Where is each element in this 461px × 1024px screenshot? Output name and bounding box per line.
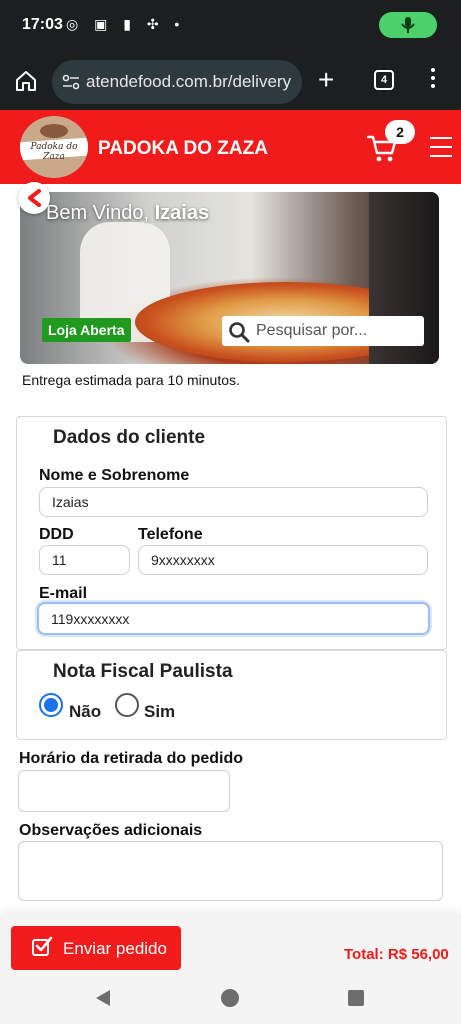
pickup-time-label: Horário da retirada do pedido [19,750,244,767]
notes-label: Observações adicionais [19,822,203,839]
search-input[interactable] [256,320,416,342]
welcome-message: Bem Vindo, Izaias [46,202,209,225]
hamburger-menu-icon[interactable] [430,137,452,157]
email-field[interactable] [37,602,430,635]
logo-text: Padoka do Zaza [30,142,78,162]
new-tab-button[interactable]: + [318,64,334,96]
phone-label: Telefone [138,526,203,543]
store-banner: Bem Vindo, Izaias Loja Aberta [20,192,439,364]
nfp-radio-yes-label[interactable]: Sim [144,702,175,722]
search-icon[interactable] [228,321,250,343]
order-total: Total: R$ 56,00 [344,946,449,963]
name-field[interactable] [39,487,428,517]
android-home-icon[interactable] [221,989,239,1007]
url-text[interactable]: atendefood.com.br/delivery [86,72,291,92]
store-status-badge: Loja Aberta [42,318,131,342]
order-footer: Enviar pedido Total: R$ 56,00 [0,914,461,1024]
ddd-field[interactable] [39,545,130,575]
status-time: 17:03 [22,16,63,33]
checkbox-icon [32,936,53,956]
welcome-prefix: Bem Vindo, [46,202,155,224]
chevron-left-icon [28,189,41,207]
store-name: PADOKA DO ZAZA [98,138,268,159]
name-label: Nome e Sobrenome [39,467,190,484]
client-data-card: Dados do cliente Nome e Sobrenome DDD Te… [16,416,447,650]
site-settings-icon[interactable] [62,73,80,91]
notes-textarea[interactable] [18,841,443,901]
client-section-title: Dados do cliente [53,427,206,448]
nfp-radio-no-label[interactable]: Não [69,702,101,722]
nfp-card: Nota Fiscal Paulista Não Sim [16,650,447,740]
browser-menu-icon[interactable] [428,68,438,94]
send-order-label[interactable]: Enviar pedido [63,939,167,959]
mic-icon[interactable] [379,12,437,38]
send-order-button[interactable]: Enviar pedido [11,926,181,970]
delivery-estimate: Entrega estimada para 10 minutos. [22,372,240,388]
android-back-icon[interactable] [96,990,110,1006]
nfp-radio-no[interactable] [39,693,63,717]
ddd-label: DDD [39,526,74,543]
cart-count-badge: 2 [385,120,415,144]
android-recents-icon[interactable] [348,990,364,1006]
address-bar[interactable]: atendefood.com.br/delivery [52,60,302,104]
email-label: E-mail [39,585,88,602]
search-box[interactable] [222,316,424,346]
notification-icons: ◎ ▣ ▮ ✣ • [66,16,186,32]
home-icon[interactable] [14,69,38,93]
nfp-section-title: Nota Fiscal Paulista [53,661,233,682]
welcome-user-name: Izaias [154,202,210,224]
browser-toolbar: atendefood.com.br/delivery + 4 [0,54,461,110]
phone-field[interactable] [138,545,428,575]
status-bar: 17:03 ◎ ▣ ▮ ✣ • [0,0,461,54]
pickup-time-field[interactable] [18,770,230,812]
tab-switcher-button[interactable]: 4 [374,70,394,90]
nfp-radio-yes[interactable] [115,693,139,717]
store-logo[interactable]: Padoka do Zaza [20,116,88,178]
back-button[interactable] [18,182,50,214]
